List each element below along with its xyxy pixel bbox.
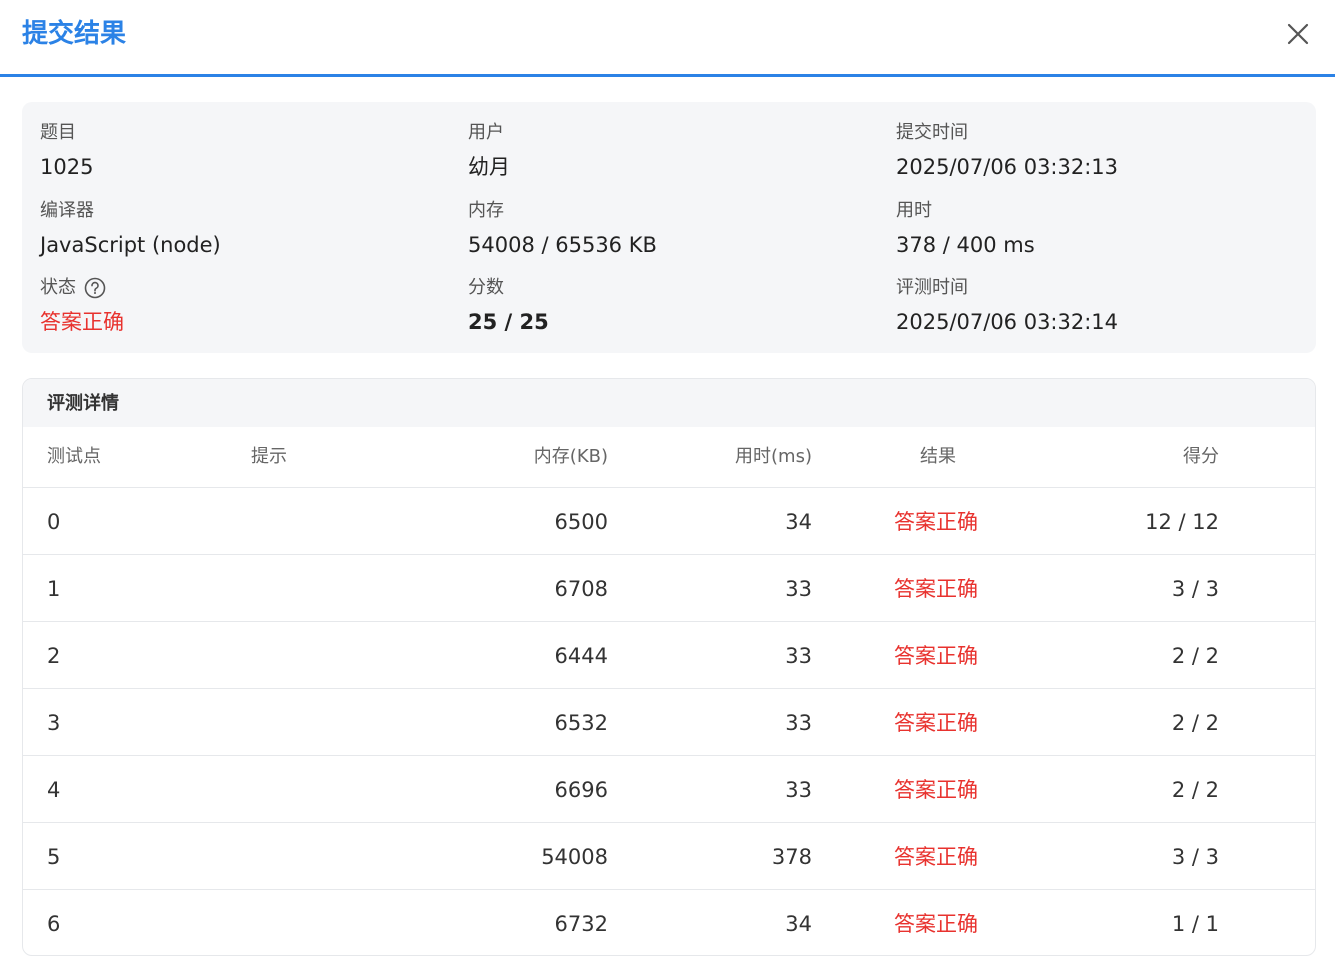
info-judge-time: 评测时间 2025/07/06 03:32:14 (896, 277, 1118, 336)
time-cell: 33 (785, 778, 812, 802)
judge-time-value: 2025/07/06 03:32:14 (896, 310, 1119, 334)
memory-value: 54008 / 65536 KB (468, 233, 657, 257)
result-cell: 答案正确 (894, 577, 978, 601)
table-row: 4 6696 33 答案正确 2 / 2 (23, 756, 1315, 823)
score-cell: 3 / 3 (1171, 845, 1219, 869)
time-cell: 33 (785, 644, 812, 668)
table-row: 1 6708 33 答案正确 3 / 3 (23, 555, 1315, 622)
table-row: 3 6532 33 答案正确 2 / 2 (23, 689, 1315, 756)
submission-result-dialog: 提交结果 题目 1025 用户 幼月 提交时间 2025/07/06 03:32… (0, 0, 1335, 971)
score-cell: 2 / 2 (1171, 711, 1219, 735)
table-row: 5 54008 378 答案正确 3 / 3 (23, 823, 1315, 890)
score-value: 25 / 25 (468, 310, 549, 334)
col-time: 用时(ms) (735, 446, 812, 467)
result-cell: 答案正确 (894, 644, 978, 668)
status-label: 状态 (40, 277, 76, 298)
memory-cell: 6500 (554, 510, 608, 534)
case-cell: 5 (47, 845, 61, 869)
memory-cell: 6444 (554, 644, 608, 668)
submit-time-label: 提交时间 (896, 122, 968, 143)
user-value: 幼月 (468, 155, 510, 179)
memory-cell: 6708 (554, 577, 608, 601)
case-cell: 6 (47, 912, 61, 936)
col-result: 结果 (920, 446, 956, 467)
memory-cell: 6532 (554, 711, 608, 735)
time-cell: 33 (785, 577, 812, 601)
user-label: 用户 (468, 122, 504, 143)
result-cell: 答案正确 (894, 510, 978, 534)
time-cell: 33 (785, 711, 812, 735)
time-cell: 378 (771, 845, 812, 869)
score-cell: 2 / 2 (1171, 778, 1219, 802)
judge-time-label: 评测时间 (896, 277, 968, 298)
compiler-value: JavaScript (node) (40, 233, 221, 257)
close-icon (1287, 23, 1309, 45)
problem-label: 题目 (40, 122, 76, 143)
time-label: 用时 (896, 200, 932, 221)
time-value: 378 / 400 ms (896, 233, 1035, 257)
memory-label: 内存 (468, 200, 504, 221)
case-cell: 4 (47, 778, 61, 802)
score-label: 分数 (468, 277, 504, 298)
time-cell: 34 (785, 510, 812, 534)
result-cell: 答案正确 (894, 778, 978, 802)
info-status: 状态 答案正确 (40, 277, 124, 336)
col-case: 测试点 (47, 446, 101, 467)
result-cell: 答案正确 (894, 711, 978, 735)
info-memory: 内存 54008 / 65536 KB (468, 200, 657, 259)
submit-time-value: 2025/07/06 03:32:13 (896, 155, 1119, 179)
info-user: 用户 幼月 (468, 122, 510, 181)
memory-cell: 54008 (541, 845, 608, 869)
table-header: 测试点 提示 内存(KB) 用时(ms) 结果 得分 (23, 427, 1315, 488)
dialog-title: 提交结果 (22, 19, 127, 49)
close-button[interactable] (1284, 20, 1312, 48)
case-cell: 0 (47, 510, 61, 534)
memory-cell: 6732 (554, 912, 608, 936)
score-cell: 3 / 3 (1171, 577, 1219, 601)
score-cell: 2 / 2 (1171, 644, 1219, 668)
submission-info-panel: 题目 1025 用户 幼月 提交时间 2025/07/06 03:32:13 编… (22, 102, 1316, 353)
table-row: 0 6500 34 答案正确 12 / 12 (23, 488, 1315, 555)
result-cell: 答案正确 (894, 845, 978, 869)
memory-cell: 6696 (554, 778, 608, 802)
case-cell: 3 (47, 711, 61, 735)
col-hint: 提示 (251, 446, 287, 467)
help-icon[interactable] (84, 277, 106, 299)
judge-details-title: 评测详情 (23, 379, 1315, 427)
info-problem: 题目 1025 (40, 122, 93, 181)
info-time: 用时 378 / 400 ms (896, 200, 1035, 259)
table-row: 6 6732 34 答案正确 1 / 1 (23, 890, 1315, 955)
status-value: 答案正确 (40, 310, 124, 334)
score-cell: 12 / 12 (1145, 510, 1219, 534)
case-cell: 1 (47, 577, 61, 601)
info-compiler: 编译器 JavaScript (node) (40, 200, 221, 259)
info-submit-time: 提交时间 2025/07/06 03:32:13 (896, 122, 1118, 181)
case-cell: 2 (47, 644, 61, 668)
time-cell: 34 (785, 912, 812, 936)
result-cell: 答案正确 (894, 912, 978, 936)
table-row: 2 6444 33 答案正确 2 / 2 (23, 622, 1315, 689)
col-memory: 内存(KB) (533, 446, 608, 467)
col-score: 得分 (1183, 446, 1219, 467)
compiler-label: 编译器 (40, 200, 94, 221)
problem-value: 1025 (40, 155, 94, 179)
dialog-header: 提交结果 (0, 0, 1335, 77)
judge-details-card: 评测详情 测试点 提示 内存(KB) 用时(ms) 结果 得分 0 6500 3… (22, 378, 1316, 956)
score-cell: 1 / 1 (1171, 912, 1219, 936)
info-score: 分数 25 / 25 (468, 277, 549, 336)
